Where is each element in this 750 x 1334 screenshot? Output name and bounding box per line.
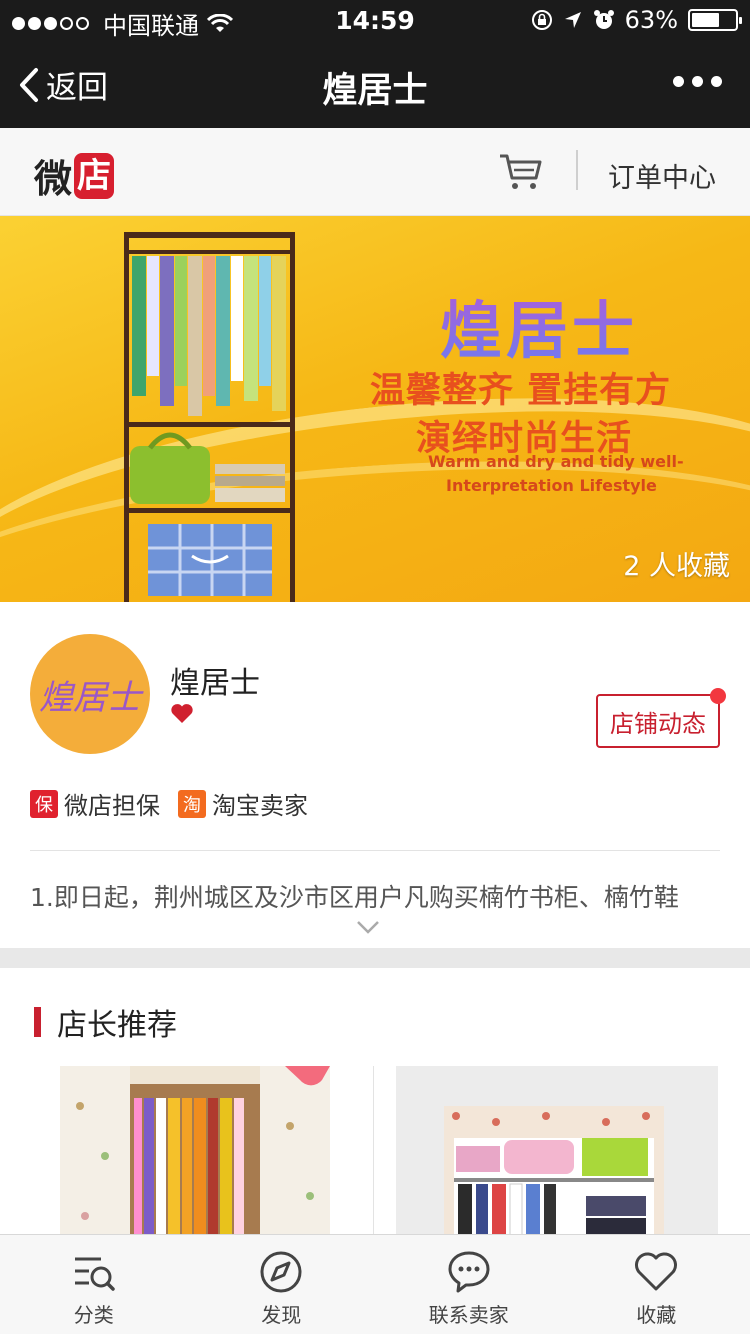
- tab-contact-seller[interactable]: 联系卖家: [375, 1235, 563, 1334]
- tab-label: 发现: [261, 1303, 302, 1327]
- battery-icon: [688, 9, 742, 31]
- location-arrow-icon: [564, 12, 581, 28]
- shop-news-label: 店铺动态: [610, 709, 706, 738]
- banner-brand-title: 煌居士: [440, 280, 638, 370]
- order-center-link[interactable]: 订单中心: [608, 156, 716, 195]
- tab-label: 收藏: [636, 1303, 677, 1327]
- clothes-rack-image: [124, 232, 295, 602]
- recommend-title: 店长推荐: [57, 1008, 177, 1043]
- heart-icon: [635, 1252, 678, 1291]
- favorite-count: 2 人收藏: [623, 551, 730, 582]
- section-divider: [30, 850, 720, 851]
- product-column-divider: [373, 1066, 374, 1236]
- orientation-lock-icon: [531, 10, 552, 30]
- status-bar: 中国联通 14:59 63%: [0, 0, 750, 40]
- badge-label: 微店担保: [64, 792, 160, 820]
- header-divider: [576, 150, 578, 190]
- back-label: 返回: [46, 70, 108, 106]
- shop-notice[interactable]: 1.即日起，荆州城区及沙市区用户凡购买楠竹书柜、楠竹鞋: [30, 878, 720, 914]
- compass-icon: [260, 1251, 302, 1293]
- taobao-icon: 淘: [178, 789, 206, 818]
- page-title: 煌居士: [322, 71, 428, 111]
- section-gap: [0, 948, 750, 968]
- badge-guarantee[interactable]: 保 微店担保: [30, 786, 160, 821]
- weidian-logo[interactable]: 微 店: [34, 148, 115, 203]
- more-options-button[interactable]: [671, 66, 724, 97]
- category-search-icon: [74, 1257, 115, 1291]
- status-right: 63%: [531, 6, 742, 34]
- shopping-cart-icon[interactable]: [498, 150, 544, 192]
- recommend-section-header: 店长推荐: [34, 1000, 177, 1044]
- more-dot-icon: [711, 76, 722, 87]
- tab-label: 联系卖家: [428, 1303, 509, 1327]
- shop-header: 微 店 订单中心: [0, 128, 750, 216]
- battery-percent: 63%: [624, 6, 678, 34]
- shop-avatar[interactable]: 煌居士: [30, 634, 150, 754]
- tab-discover[interactable]: 发现: [188, 1235, 376, 1334]
- shop-info-card: 煌居士 煌居士 店铺动态 保 微店担保 淘 淘宝卖家 1.即日起，荆州城区及沙市…: [0, 602, 750, 948]
- tab-favorites[interactable]: 收藏: [563, 1235, 750, 1334]
- back-button[interactable]: 返回: [18, 62, 108, 107]
- chat-icon: [448, 1251, 490, 1293]
- shop-news-button[interactable]: 店铺动态: [596, 688, 726, 748]
- banner-slogan-line1: 温馨整齐 置挂有方: [370, 371, 672, 411]
- shop-badges: 保 微店担保 淘 淘宝卖家: [30, 786, 308, 821]
- tab-category[interactable]: 分类: [0, 1235, 188, 1334]
- alarm-icon: [593, 10, 614, 29]
- badge-taobao-seller[interactable]: 淘 淘宝卖家: [178, 786, 308, 821]
- battery-level-fill: [692, 13, 719, 27]
- navigation-bar: 返回 煌居士: [0, 40, 750, 128]
- section-accent-bar: [34, 1007, 41, 1037]
- guarantee-icon: 保: [30, 789, 58, 818]
- tab-label: 分类: [73, 1303, 114, 1327]
- logo-text-part1: 微: [34, 157, 73, 201]
- more-dot-icon: [673, 76, 684, 87]
- shop-name: 煌居士: [170, 666, 260, 701]
- banner-english-line2: Interpretation Lifestyle: [446, 476, 657, 495]
- bottom-tab-bar: 分类 发现 联系卖家 收藏: [0, 1234, 750, 1334]
- logo-text-part2: 店: [74, 152, 115, 199]
- chevron-left-icon: [20, 67, 38, 102]
- heart-icon[interactable]: [170, 702, 194, 724]
- more-dot-icon: [692, 76, 703, 87]
- notification-dot: [710, 688, 726, 704]
- badge-label: 淘宝卖家: [212, 792, 308, 820]
- shop-banner[interactable]: 煌居士 温馨整齐 置挂有方 演绎时尚生活 Warm and dry and ti…: [0, 216, 750, 602]
- banner-english-line1: Warm and dry and tidy well-: [428, 452, 684, 471]
- chevron-down-icon[interactable]: [356, 920, 380, 934]
